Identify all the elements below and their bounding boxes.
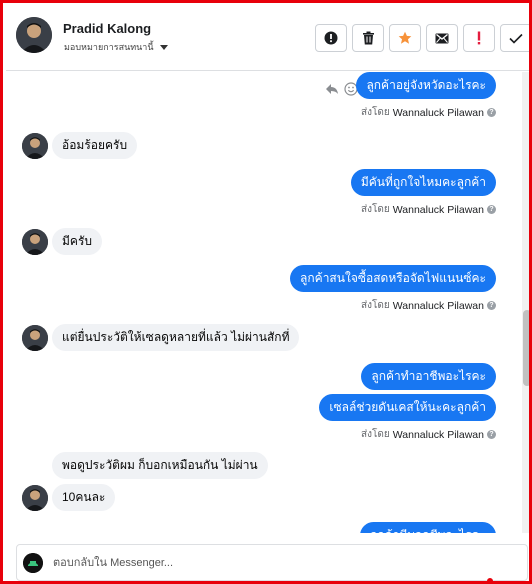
reply-icon[interactable] xyxy=(325,82,339,96)
follow-up-button[interactable] xyxy=(463,24,495,52)
contact-avatar-small xyxy=(22,485,48,511)
contact-avatar[interactable] xyxy=(16,17,52,53)
contact-avatar-small xyxy=(22,229,48,255)
envelope-icon xyxy=(435,33,449,43)
conversation-header: Pradid Kalong มอบหมายการสนทนานี้ xyxy=(6,6,529,71)
help-icon[interactable]: ? xyxy=(487,205,496,214)
trash-icon xyxy=(362,31,374,45)
contact-avatar-small xyxy=(22,133,48,159)
assign-conversation-dropdown[interactable]: มอบหมายการสนทนานี้ xyxy=(64,40,168,54)
delete-button[interactable] xyxy=(352,24,384,52)
message-bubble-outgoing[interactable]: ลูกค้าอยู่จังหวัดอะไรคะ xyxy=(356,72,496,99)
message-bubble-outgoing[interactable]: ลูกค้ามีบอกชีพอะไรคะ xyxy=(359,522,496,533)
star-button[interactable] xyxy=(389,24,421,52)
check-icon xyxy=(509,33,523,44)
done-button[interactable] xyxy=(500,24,529,52)
message-thread[interactable]: ลูกค้าอยู่จังหวัดอะไรคะ ส่งโดย Wannaluck… xyxy=(6,72,522,533)
mark-unread-button[interactable] xyxy=(426,24,458,52)
message-bubble-incoming[interactable]: มีครับ xyxy=(52,228,102,255)
contact-avatar-small xyxy=(22,325,48,351)
message-bubble-outgoing[interactable]: เซลล์ช่วยดันเคสให้นะคะลูกค้า xyxy=(319,394,496,421)
reply-composer xyxy=(16,544,528,581)
message-bubble-outgoing[interactable]: ลูกค้าทำอาชีพอะไรคะ xyxy=(361,363,496,390)
page-logo-icon xyxy=(23,553,43,573)
message-bubble-incoming[interactable]: 10คนละ xyxy=(52,484,116,511)
sent-by-label: ส่งโดย Wannaluck Pilawan ? xyxy=(361,427,496,442)
exclamation-circle-icon xyxy=(324,31,338,45)
help-icon[interactable]: ? xyxy=(487,430,496,439)
agent-name[interactable]: Wannaluck Pilawan xyxy=(393,204,484,216)
exclamation-icon xyxy=(477,31,481,45)
sent-by-label: ส่งโดย Wannaluck Pilawan ? xyxy=(361,298,496,313)
scrollbar-thumb[interactable] xyxy=(523,310,529,386)
sent-by-prefix: ส่งโดย xyxy=(361,107,390,118)
sent-by-label: ส่งโดย Wannaluck Pilawan ? xyxy=(361,202,496,217)
assign-label: มอบหมายการสนทนานี้ xyxy=(64,42,154,52)
spam-button[interactable] xyxy=(315,24,347,52)
chevron-down-icon xyxy=(159,44,168,50)
message-bubble-outgoing[interactable]: มีคันที่ถูกใจไหมคะลูกค้า xyxy=(350,169,496,196)
reply-input[interactable] xyxy=(53,554,513,572)
star-icon xyxy=(398,31,412,44)
contact-name[interactable]: Pradid Kalong xyxy=(63,21,151,36)
help-icon[interactable]: ? xyxy=(487,301,496,310)
agent-name[interactable]: Wannaluck Pilawan xyxy=(393,300,484,312)
thread-scrollbar[interactable] xyxy=(522,72,529,533)
message-bubble-outgoing[interactable]: ลูกค้าสนใจซื้อสดหรือจัดไฟแนนซ์คะ xyxy=(290,265,496,292)
sent-by-label: ส่งโดย Wannaluck Pilawan ? xyxy=(361,105,496,120)
message-bubble-incoming[interactable]: พอดูประวัติผม ก็บอกเหมือนกัน ไม่ผ่าน xyxy=(52,452,268,479)
help-icon[interactable]: ? xyxy=(487,108,496,117)
agent-name[interactable]: Wannaluck Pilawan xyxy=(393,107,484,119)
message-bubble-incoming[interactable]: แต่ยื่นประวัติให้เซลดูหลายที่แล้ว ไม่ผ่า… xyxy=(52,324,300,351)
sent-by-prefix: ส่งโดย xyxy=(361,300,390,311)
notification-dot xyxy=(487,578,493,581)
agent-name[interactable]: Wannaluck Pilawan xyxy=(393,429,484,441)
conversation-actions xyxy=(315,24,529,52)
message-bubble-incoming[interactable]: อ้อมร้อยครับ xyxy=(52,132,138,159)
sent-by-prefix: ส่งโดย xyxy=(361,204,390,215)
sent-by-prefix: ส่งโดย xyxy=(361,429,390,440)
conversation-window: Pradid Kalong มอบหมายการสนทนานี้ ลูกค้าอ… xyxy=(0,0,532,584)
